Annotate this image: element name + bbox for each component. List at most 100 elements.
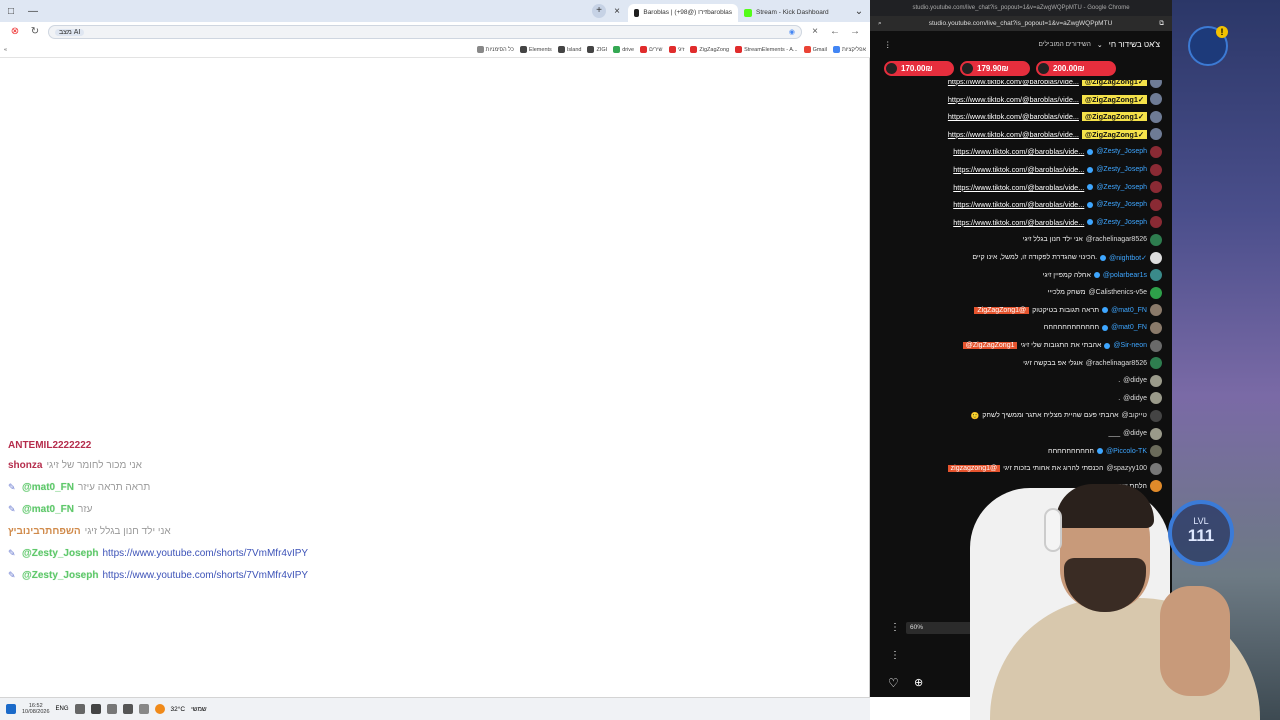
chat-author[interactable]: @טייקוב <box>1122 412 1147 419</box>
chat-author[interactable]: @Calisthenics-v5e <box>1089 289 1147 296</box>
chat-author[interactable]: @spazyy100 <box>1106 465 1147 472</box>
chat-avatar[interactable] <box>1150 357 1162 370</box>
minimize-icon[interactable]: — <box>22 6 44 17</box>
chat-avatar[interactable] <box>1150 251 1162 264</box>
chat-avatar[interactable] <box>1150 93 1162 106</box>
bookmark-item[interactable]: שירים <box>640 46 663 53</box>
chat-link[interactable]: https://www.tiktok.com/@baroblas/vide... <box>953 218 1084 227</box>
chat-avatar[interactable] <box>1150 304 1162 317</box>
more-icon-2[interactable]: ⋮ <box>890 650 900 661</box>
chat-author[interactable]: @rachelinagar8526 <box>1086 236 1147 243</box>
bookmark-item[interactable]: ZIGI <box>587 46 607 53</box>
chat-link[interactable]: https://www.tiktok.com/@baroblas/vide... <box>948 95 1079 104</box>
weather-icon[interactable] <box>154 704 165 714</box>
chat-link[interactable]: https://www.tiktok.com/@baroblas/vide... <box>953 165 1084 174</box>
tab-kick-dashboard[interactable]: Stream - Kick Dashboard <box>738 4 848 22</box>
bookmark-item[interactable]: זיגי <box>668 46 684 53</box>
back-icon[interactable]: ← <box>828 25 842 39</box>
chat-author-chip[interactable]: @ZigZagZong1✓ <box>1081 80 1147 86</box>
chat-author[interactable]: @mat0_FN <box>1111 307 1147 314</box>
chat-avatar[interactable] <box>1150 216 1162 229</box>
bookmark-item[interactable]: Gmail <box>803 46 827 53</box>
chat-avatar[interactable] <box>1150 409 1162 422</box>
heart-icon[interactable]: ♡ <box>888 676 899 690</box>
wifi-icon[interactable] <box>122 704 133 714</box>
chat-avatar[interactable] <box>1150 80 1162 88</box>
chevron-down-icon[interactable]: ⌄ <box>1097 41 1103 49</box>
google-lens-icon[interactable]: ◉ <box>789 28 795 36</box>
chat-avatar[interactable] <box>1150 339 1162 352</box>
chat-author[interactable]: @didye <box>1123 430 1147 437</box>
share-icon[interactable]: ⧉ <box>1159 20 1164 28</box>
mic-icon[interactable] <box>90 704 101 714</box>
chat-avatar[interactable] <box>1150 128 1162 141</box>
chat-author[interactable]: @Zesty_Joseph <box>1096 148 1147 155</box>
overlay-chat-text[interactable]: https://www.youtube.com/shorts/7VmMfr4vI… <box>102 570 308 581</box>
tab-baroblas[interactable]: Baroblas | זירו (@98+)baroblas <box>628 3 738 22</box>
chat-link[interactable]: https://www.tiktok.com/@baroblas/vide... <box>953 200 1084 209</box>
bookmark-item[interactable]: Elements <box>519 46 552 53</box>
superchat-chip[interactable]: 170.00₪ <box>884 60 954 76</box>
address-bar[interactable]: מצב AI ◉ <box>48 25 802 39</box>
superchat-chip[interactable]: 200.00₪ <box>1036 60 1116 76</box>
chat-avatar[interactable] <box>1150 427 1162 440</box>
overlay-chat-text[interactable]: https://www.youtube.com/shorts/7VmMfr4vI… <box>102 548 308 559</box>
chat-avatar[interactable] <box>1150 445 1162 458</box>
chat-author[interactable]: @Zesty_Joseph <box>1096 166 1147 173</box>
close-tab-icon[interactable]: × <box>606 6 628 17</box>
chat-author[interactable]: @Piccolo-TK <box>1106 448 1147 455</box>
language-indicator[interactable]: ENG <box>56 706 69 712</box>
chat-link[interactable]: https://www.tiktok.com/@baroblas/vide... <box>948 80 1079 86</box>
chat-author-chip[interactable]: @ZigZagZong1✓ <box>1081 94 1147 104</box>
chat-avatar[interactable] <box>1150 181 1162 194</box>
more-options-icon[interactable]: ⋮ <box>884 40 892 49</box>
chat-author[interactable]: @didye <box>1123 395 1147 402</box>
chat-link[interactable]: https://www.tiktok.com/@baroblas/vide... <box>953 183 1084 192</box>
chat-author[interactable]: @rachelinagar8526 <box>1086 360 1147 367</box>
new-tab-button[interactable]: + <box>592 4 606 18</box>
chat-link[interactable]: https://www.tiktok.com/@baroblas/vide... <box>948 112 1079 121</box>
bookmark-item[interactable]: Island <box>557 46 581 53</box>
reload-icon[interactable]: ↻ <box>28 25 42 39</box>
record-icon[interactable]: ⊗ <box>8 25 22 39</box>
chat-avatar[interactable] <box>1150 110 1162 123</box>
bookmark-item[interactable]: drive <box>613 46 634 53</box>
search-icon[interactable]: ⌕ <box>878 20 882 28</box>
window-icon[interactable]: □ <box>0 6 22 17</box>
chat-author[interactable]: @polarbear1s <box>1103 272 1147 279</box>
superchat-chip[interactable]: 179.90₪ <box>960 60 1030 76</box>
chat-avatar[interactable] <box>1150 462 1162 475</box>
close-icon[interactable]: × <box>808 25 822 39</box>
start-icon[interactable] <box>6 704 16 714</box>
chat-author-chip[interactable]: @ZigZagZong1✓ <box>1081 129 1147 139</box>
chat-avatar[interactable] <box>1150 233 1162 246</box>
chat-avatar[interactable] <box>1150 392 1162 405</box>
popout-url[interactable]: studio.youtube.com/live_chat?is_popout=1… <box>929 20 1113 27</box>
chat-link[interactable]: https://www.tiktok.com/@baroblas/vide... <box>948 130 1079 139</box>
tab-search-icon[interactable]: ⌄ <box>848 6 870 17</box>
ai-mode-chip[interactable]: מצב AI <box>55 28 85 36</box>
chat-author[interactable]: @Zesty_Joseph <box>1096 219 1147 226</box>
pen-icon[interactable] <box>106 704 117 714</box>
volume-icon[interactable] <box>74 704 85 714</box>
chat-avatar[interactable] <box>1150 145 1162 158</box>
chat-avatar[interactable] <box>1150 286 1162 299</box>
chat-author[interactable]: @Zesty_Joseph <box>1096 201 1147 208</box>
bookmark-item[interactable]: ZigZagZong <box>690 46 729 53</box>
chat-author[interactable]: @didye <box>1123 377 1147 384</box>
chat-link[interactable]: https://www.tiktok.com/@baroblas/vide... <box>953 147 1084 156</box>
forward-icon[interactable]: → <box>848 25 862 39</box>
chat-author[interactable]: @mat0_FN <box>1111 324 1147 331</box>
chat-author[interactable]: @Zesty_Joseph <box>1096 184 1147 191</box>
chat-author-chip[interactable]: @ZigZagZong1✓ <box>1081 112 1147 122</box>
chevron-up-icon[interactable] <box>138 704 149 714</box>
chat-avatar[interactable] <box>1150 198 1162 211</box>
chat-avatar[interactable] <box>1150 374 1162 387</box>
chat-avatar[interactable] <box>1150 321 1162 334</box>
bookmark-item[interactable]: StreamElements - A... <box>735 46 798 53</box>
bookmark-item[interactable]: כל הסימניות <box>476 46 514 53</box>
add-icon[interactable]: ⊕ <box>914 676 923 689</box>
more-icon[interactable]: ⋮ <box>890 622 900 633</box>
chat-author[interactable]: @nightbot✓ <box>1109 254 1147 262</box>
top-chat-selector[interactable]: השידורים המובילים <box>1039 41 1091 48</box>
